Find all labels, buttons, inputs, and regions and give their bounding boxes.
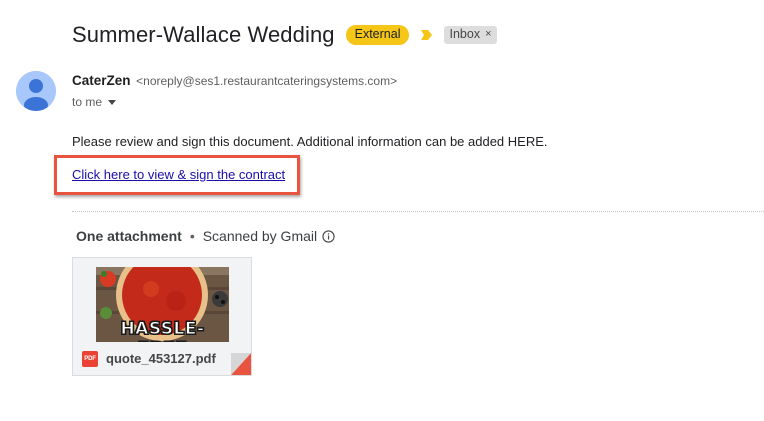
- recipient-label: to me: [72, 95, 103, 109]
- attachments-header: One attachment • Scanned by Gmail: [76, 228, 335, 244]
- person-avatar-icon: [16, 71, 56, 111]
- info-icon[interactable]: [322, 229, 335, 243]
- separator-dot: •: [189, 228, 195, 244]
- sender-email: <noreply@ses1.restaurantcateringsystems.…: [136, 74, 398, 88]
- message-body-text: Please review and sign this document. Ad…: [72, 134, 548, 149]
- chevron-down-icon[interactable]: [108, 99, 117, 105]
- inbox-label: Inbox: [449, 27, 481, 41]
- sign-contract-link[interactable]: Click here to view & sign the contract: [72, 167, 285, 182]
- pdf-file-icon: PDF: [82, 350, 98, 367]
- attachment-thumbnail: HASSLE-FREE: [96, 267, 229, 343]
- page-corner-fold-icon: [231, 353, 251, 375]
- remove-label-icon[interactable]: ×: [485, 27, 491, 42]
- importance-marker-icon[interactable]: [421, 30, 433, 40]
- attachment-count: One attachment: [76, 228, 182, 244]
- attachment-file-name: quote_453127.pdf: [106, 351, 216, 366]
- sender-name[interactable]: CaterZen: [72, 73, 131, 88]
- inbox-label-chip[interactable]: Inbox ×: [444, 26, 497, 44]
- thumbnail-caption: HASSLE-FREE: [120, 319, 205, 344]
- external-sender-chip[interactable]: External: [345, 25, 410, 45]
- attachment-card[interactable]: HASSLE-FREE PDF quote_453127.pdf: [72, 257, 252, 376]
- recipient-details-toggle[interactable]: to me: [72, 95, 117, 109]
- scanned-by-gmail-label: Scanned by Gmail: [202, 228, 318, 244]
- attachments-divider: [72, 211, 764, 212]
- subject-row: Summer-Wallace Wedding External Inbox ×: [72, 22, 497, 48]
- sender-line: CaterZen <noreply@ses1.restaurantcaterin…: [72, 73, 397, 88]
- sender-avatar[interactable]: [16, 71, 56, 111]
- email-subject: Summer-Wallace Wedding: [72, 22, 335, 47]
